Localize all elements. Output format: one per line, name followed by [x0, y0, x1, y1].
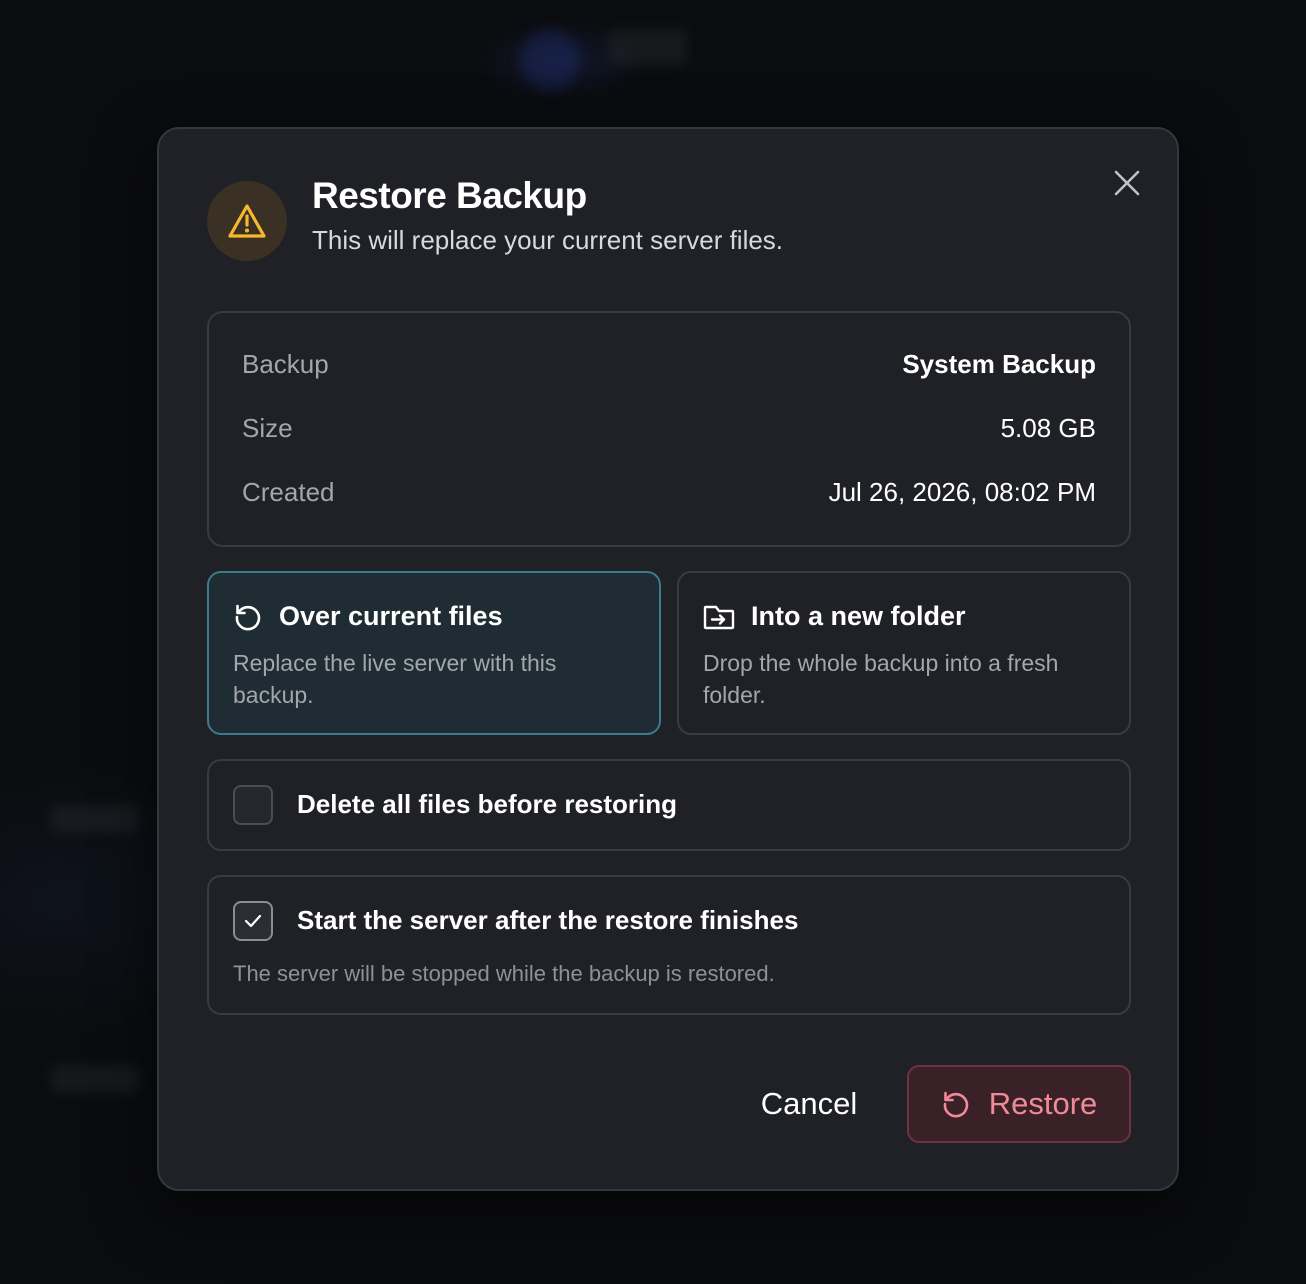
- delete-all-files-checkbox[interactable]: [233, 785, 273, 825]
- cancel-button[interactable]: Cancel: [739, 1065, 879, 1143]
- detail-label: Size: [242, 413, 293, 443]
- option-over-current-files[interactable]: Over current files Replace the live serv…: [207, 571, 661, 735]
- close-button[interactable]: [1107, 163, 1147, 203]
- delete-all-files-row[interactable]: Delete all files before restoring: [207, 759, 1131, 851]
- option-header: Into a new folder: [703, 601, 966, 632]
- dialog-title: Restore Backup: [312, 175, 587, 216]
- dialog-subtitle: This will replace your current server fi…: [312, 225, 784, 255]
- option-description: Drop the whole backup into a fresh folde…: [703, 650, 1059, 708]
- blurred-avatar: [520, 30, 580, 90]
- blurred-header-text: [608, 28, 688, 66]
- detail-row-size: Size 5.08 GB: [242, 413, 1096, 444]
- detail-label: Backup: [242, 349, 329, 379]
- start-server-row[interactable]: Start the server after the restore finis…: [207, 875, 1131, 1015]
- close-icon: [1114, 170, 1140, 196]
- option-description: Replace the live server with this backup…: [233, 650, 557, 708]
- start-server-note: The server will be stopped while the bac…: [233, 961, 775, 986]
- detail-row-created: Created Jul 26, 2026, 08:02 PM: [242, 477, 1096, 508]
- detail-label: Created: [242, 477, 335, 507]
- option-into-new-folder[interactable]: Into a new folder Drop the whole backup …: [677, 571, 1131, 735]
- detail-value: System Backup: [902, 349, 1096, 379]
- folder-import-icon: [703, 605, 735, 629]
- warning-badge: [207, 181, 287, 261]
- check-icon: [244, 914, 262, 928]
- restore-icon: [943, 1091, 968, 1118]
- blurred-sidebar-item: [50, 805, 140, 833]
- backup-details: Backup System Backup Size 5.08 GB Create…: [207, 311, 1131, 547]
- restore-button[interactable]: Restore: [907, 1065, 1131, 1143]
- restore-backup-dialog: Restore Backup This will replace your cu…: [157, 127, 1179, 1191]
- delete-all-files-label: Delete all files before restoring: [297, 789, 678, 819]
- detail-value: 5.08 GB: [1000, 413, 1096, 443]
- option-title: Over current files: [279, 601, 503, 631]
- option-title: Into a new folder: [751, 601, 966, 631]
- warning-icon: [228, 204, 266, 238]
- blurred-sidebar-item: [50, 1065, 140, 1093]
- option-header: Over current files: [233, 601, 503, 632]
- start-server-label: Start the server after the restore finis…: [297, 905, 799, 935]
- restore-icon: [235, 604, 261, 630]
- start-server-checkbox[interactable]: [233, 901, 273, 941]
- detail-row-backup: Backup System Backup: [242, 349, 1096, 380]
- restore-button-label: Restore: [988, 1086, 1098, 1121]
- detail-value: Jul 26, 2026, 08:02 PM: [828, 477, 1096, 507]
